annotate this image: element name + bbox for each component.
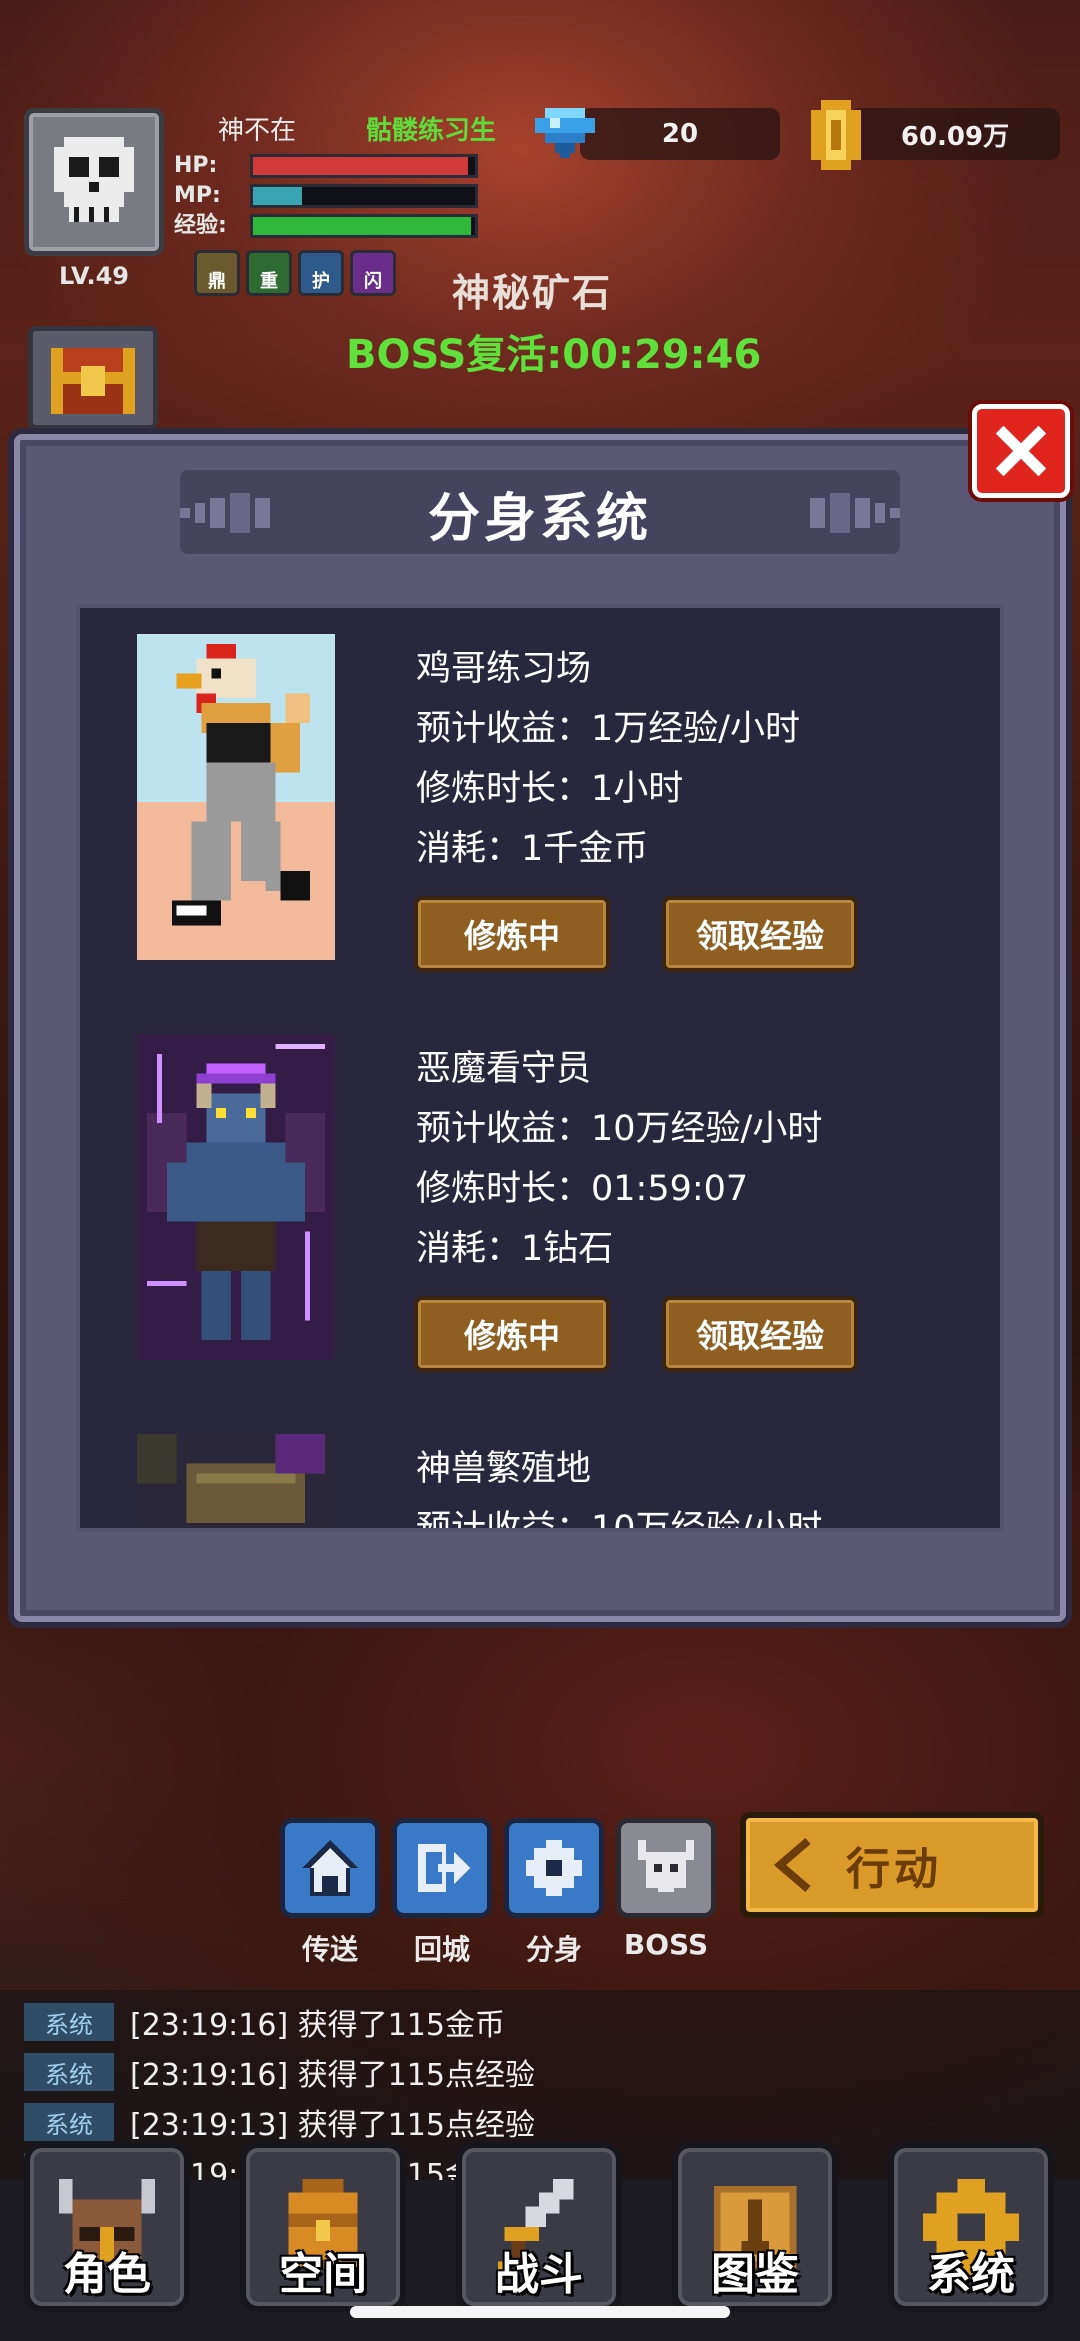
gear-icon: [526, 1840, 582, 1896]
log-entry: 系统 [23:19:16] 获得了115金币: [24, 2000, 505, 2044]
log-entry: 系统 [23:19:13] 获得了115点经验: [24, 2100, 535, 2144]
hp-label: HP:: [174, 153, 218, 178]
nav-role-label: 角色: [63, 2249, 151, 2300]
nav-space[interactable]: 空间: [240, 2142, 406, 2312]
demon-portrait-image: [136, 1034, 336, 1360]
teleport-label: 传送: [301, 1933, 358, 1966]
demon-head-icon: [638, 1840, 694, 1892]
claim-exp-button[interactable]: 领取经验: [662, 896, 858, 972]
close-icon: [996, 426, 1046, 476]
player-avatar[interactable]: [24, 108, 164, 256]
mp-label: MP:: [174, 183, 221, 208]
diamond-icon: [535, 108, 595, 158]
hp-bar: [250, 154, 478, 178]
rooster-portrait-image: [136, 634, 336, 960]
beast-portrait-image: [136, 1434, 336, 1528]
action-label: 行动: [846, 1844, 942, 1895]
buff-icon[interactable]: 护: [298, 250, 344, 296]
hp-bar-fill: [253, 157, 469, 175]
mp-bar-fill: [253, 187, 302, 205]
boss-respawn-timer: BOSS复活:00:29:46: [346, 332, 762, 378]
buff-icon[interactable]: 重: [246, 250, 292, 296]
player-level: LV.49: [59, 262, 129, 290]
treasure-chest-button[interactable]: [28, 326, 158, 430]
home-icon: [302, 1840, 358, 1896]
exp-label: 经验:: [174, 213, 227, 238]
gold-counter: 60.09万: [850, 108, 1060, 160]
nav-system-label: 系统: [927, 2249, 1015, 2300]
return-town-button[interactable]: [392, 1818, 492, 1918]
teleport-button[interactable]: [280, 1818, 380, 1918]
nav-system[interactable]: 系统: [888, 2142, 1054, 2312]
skull-icon: [54, 137, 134, 222]
clone-cost: 消耗：1千金币: [416, 829, 649, 869]
return-town-label: 回城: [413, 1933, 470, 1966]
claim-exp-button[interactable]: 领取经验: [662, 1296, 858, 1372]
list-item: 神兽繁殖地 预计收益：10万经验/小时: [136, 1434, 956, 1532]
chevron-left-icon: [773, 1837, 811, 1893]
log-entry: 系统 [23:19:16] 获得了115点经验: [24, 2050, 535, 2094]
list-item: 恶魔看守员 预计收益：10万经验/小时 修炼时长：01:59:07 消耗：1钻石…: [136, 1034, 956, 1414]
dialog-title: 分身系统: [427, 489, 652, 549]
boss-button[interactable]: [616, 1818, 716, 1918]
player-title: 骷髅练习生: [366, 116, 497, 146]
exp-bar: [250, 214, 478, 238]
clone-list[interactable]: 鸡哥练习场 预计收益：1万经验/小时 修炼时长：1小时 消耗：1千金币 修炼中 …: [76, 604, 1004, 1532]
clone-income: 预计收益：10万经验/小时: [416, 1509, 823, 1532]
nav-battle-label: 战斗: [495, 2249, 583, 2300]
log-tag: 系统: [24, 2103, 114, 2141]
buff-icons: 鼎 重 护 闪: [194, 250, 396, 296]
clone-duration: 修炼时长：1小时: [416, 769, 684, 809]
diamond-count: 20: [661, 119, 699, 149]
treasure-chest-icon: [51, 348, 135, 414]
log-tag: 系统: [24, 2003, 114, 2041]
clone-name: 鸡哥练习场: [416, 649, 592, 689]
nav-codex[interactable]: 图鉴: [672, 2142, 838, 2312]
nav-codex-label: 图鉴: [711, 2249, 799, 2300]
mp-bar: [250, 184, 478, 208]
clone-button[interactable]: [504, 1818, 604, 1918]
list-item: 鸡哥练习场 预计收益：1万经验/小时 修炼时长：1小时 消耗：1千金币 修炼中 …: [136, 634, 956, 1014]
nav-role[interactable]: 角色: [24, 2142, 190, 2312]
gold-coin-icon: [811, 100, 861, 170]
boss-label: BOSS: [623, 1928, 709, 1961]
log-text: [23:19:16] 获得了115点经验: [130, 2058, 535, 2093]
training-button[interactable]: 修炼中: [414, 1296, 610, 1372]
clone-name: 恶魔看守员: [416, 1049, 592, 1089]
log-text: [23:19:13] 获得了115点经验: [130, 2108, 535, 2143]
clone-income: 预计收益：10万经验/小时: [416, 1109, 823, 1149]
nav-space-label: 空间: [279, 2249, 367, 2300]
log-text: [23:19:16] 获得了115金币: [130, 2008, 505, 2043]
buff-icon[interactable]: 闪: [350, 250, 396, 296]
clone-label: 分身: [525, 1933, 582, 1966]
player-name: 神不在: [218, 116, 297, 146]
zone-name: 神秘矿石: [452, 271, 613, 315]
close-button[interactable]: [972, 404, 1070, 498]
clone-name: 神兽繁殖地: [416, 1449, 592, 1489]
nav-battle[interactable]: 战斗: [456, 2142, 622, 2312]
exp-bar-fill: [253, 217, 471, 235]
training-button[interactable]: 修炼中: [414, 896, 610, 972]
clone-duration: 修炼时长：01:59:07: [416, 1169, 749, 1209]
buff-icon[interactable]: 鼎: [194, 250, 240, 296]
log-tag: 系统: [24, 2053, 114, 2091]
diamond-counter: 20: [580, 108, 780, 160]
clone-income: 预计收益：1万经验/小时: [416, 709, 801, 749]
clone-cost: 消耗：1钻石: [416, 1229, 614, 1269]
home-indicator[interactable]: [350, 2306, 730, 2318]
exit-icon: [418, 1844, 470, 1892]
action-button[interactable]: 行动: [740, 1812, 1044, 1918]
gold-count: 60.09万: [900, 121, 1010, 152]
